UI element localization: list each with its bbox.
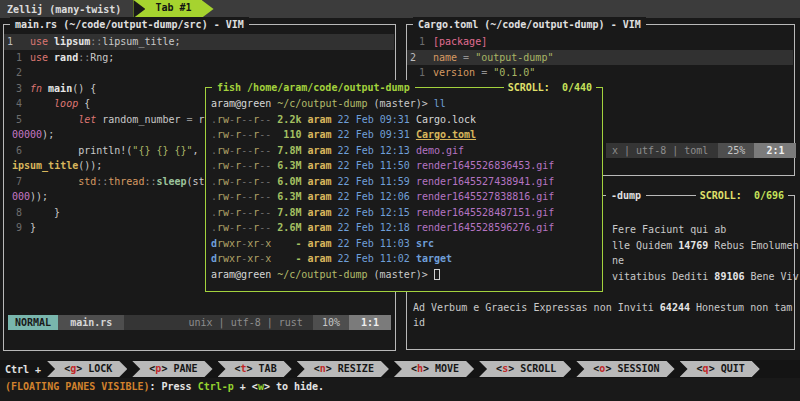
terminal-line: Fere Faciunt qui ab (612, 222, 793, 238)
top-bar: Zellij (many-twist) Tab #1 (0, 0, 800, 18)
keybind-tab[interactable]: <t> TAB (218, 361, 292, 377)
code-line: 2name = "output-dump" (407, 50, 793, 66)
code-line: 1use lipsum::lipsum_title; (4, 34, 394, 50)
code-line: 2 (4, 65, 394, 81)
terminal-line: .rw-r--r-- 2.2k aram 22 Feb 09:31 Cargo.… (211, 112, 601, 128)
permissions: .rw-r--r-- (211, 176, 271, 187)
keybind-scroll[interactable]: <s> SCROLL (479, 361, 571, 377)
terminal-line: drwxr-xr-x - aram 22 Feb 11:03 src (211, 236, 601, 252)
permissions: .rw-r--r-- (211, 160, 271, 171)
statusline-position: 1:1 (349, 315, 391, 331)
permissions: .rw-r--r-- (211, 207, 271, 218)
keybind-pane[interactable]: <p> PANE (132, 361, 212, 377)
permissions: drwxr-xr-x (211, 238, 271, 249)
keybind-quit[interactable]: <q> QUIT (680, 361, 760, 377)
tab-arrow-icon (202, 0, 214, 18)
line-number: 2 (407, 50, 425, 66)
code-line: 1[package] (407, 34, 793, 50)
line-number: 5 (4, 112, 22, 128)
line-number: 1 (4, 34, 22, 50)
scroll-indicator: SCROLL: 0/440 (504, 80, 596, 95)
statusline-meta: unix | utf-8 | rust (188, 315, 312, 331)
terminal-line: lle Quidem 14769 Rebus Emolumen (612, 238, 793, 254)
line-number: 2 (4, 65, 22, 81)
terminal-line: .rw-r--r-- 6.3M aram 22 Feb 12:06 render… (211, 189, 601, 205)
tab-1[interactable]: Tab #1 (133, 0, 213, 18)
pane-title: main.rs (~/code/output-dump/src) - VIM (10, 17, 249, 32)
line-number: 1 (4, 50, 22, 66)
vim-statusline: NORMAL main.rs unix | utf-8 | rust 10% 1… (8, 315, 391, 331)
line-number: 1 (407, 34, 425, 50)
permissions: .rw-r--r-- (211, 222, 271, 233)
statusline-percent: 10% (313, 315, 349, 331)
terminal-line: vitatibus Dediti 89106 Bene Viv (612, 269, 793, 285)
terminal-line: .rw-r--r-- 7.8M aram 22 Feb 12:13 demo.g… (211, 143, 601, 159)
keybind-resize[interactable]: <n> RESIZE (297, 361, 389, 377)
line-number: 4 (4, 96, 22, 112)
code-line: 1use rand::Rng; (4, 50, 394, 66)
terminal-line: .rw-r--r-- 6.0M aram 22 Feb 11:59 render… (211, 174, 601, 190)
terminal-line: id (413, 315, 793, 331)
terminal-line: .rw-r--r-- 110 aram 22 Feb 09:31 Cargo.t… (211, 127, 601, 143)
terminal-line: ne (612, 253, 793, 269)
statusline-meta: x | utf-8 | toml (606, 143, 718, 159)
keybind-lock[interactable]: <g> LOCK (47, 361, 127, 377)
pane-title: fish /home/aram/code/output-dump (212, 80, 415, 95)
permissions: .rw-r--r-- (211, 129, 271, 140)
help-line: (FLOATING PANES VISIBLE): Press Ctrl-p +… (5, 379, 324, 395)
terminal-line: drwxr-xr-x - aram 22 Feb 11:02 target (211, 251, 601, 267)
tab-separator-icon (133, 0, 145, 18)
vim-statusline: x | utf-8 | toml 25% 2:1 (606, 143, 790, 159)
permissions: .rw-r--r-- (211, 114, 271, 125)
pane-title: Cargo.toml (~/code/output-dump) - VIM (413, 17, 646, 32)
terminal-line: aram@green ~/c/output-dump (master)> (211, 267, 601, 283)
keybind-move[interactable]: <h> MOVE (394, 361, 474, 377)
keybinding-bar: Ctrl + <g> LOCK <p> PANE <t> TAB <n> RESIZE… (0, 360, 800, 378)
cursor (434, 269, 440, 280)
terminal-line: Ad Verbum e Graecis Expressas non Inviti… (413, 300, 793, 316)
statusline-filename: main.rs (58, 315, 124, 331)
floating-pane-fish[interactable]: fish /home/aram/code/output-dump SCROLL:… (205, 87, 603, 292)
keybar-prefix: Ctrl + (0, 364, 47, 375)
line-number: 9 (4, 220, 22, 236)
statusline-position: 2:1 (754, 143, 796, 159)
terminal-line: aram@green ~/c/output-dump (master)> ll (211, 96, 601, 112)
vim-mode-badge: NORMAL (8, 315, 58, 331)
statusline-percent: 25% (718, 143, 754, 159)
session-name: Zellij (many-twist) (0, 4, 127, 15)
line-number: 8 (4, 205, 22, 221)
keybind-session[interactable]: <o> SESSION (576, 361, 674, 377)
line-number: 7 (4, 174, 22, 190)
terminal-line: .rw-r--r-- 7.8M aram 22 Feb 12:15 render… (211, 205, 601, 221)
line-number: 3 (4, 81, 22, 97)
tab-label: Tab #1 (145, 0, 201, 18)
scroll-indicator: SCROLL: 0/696 (696, 188, 788, 203)
permissions: drwxr-xr-x (211, 253, 271, 264)
permissions: .rw-r--r-- (211, 191, 271, 202)
code-line: 1version = "0.1.0" (407, 65, 793, 81)
pane-title-fragment: -dump (606, 188, 646, 203)
terminal-line: .rw-r--r-- 2.6M aram 22 Feb 12:18 render… (211, 220, 601, 236)
terminal-line: .rw-r--r-- 6.3M aram 22 Feb 11:50 render… (211, 158, 601, 174)
line-number: 1 (407, 65, 425, 81)
permissions: .rw-r--r-- (211, 145, 271, 156)
line-number: 6 (4, 143, 22, 159)
